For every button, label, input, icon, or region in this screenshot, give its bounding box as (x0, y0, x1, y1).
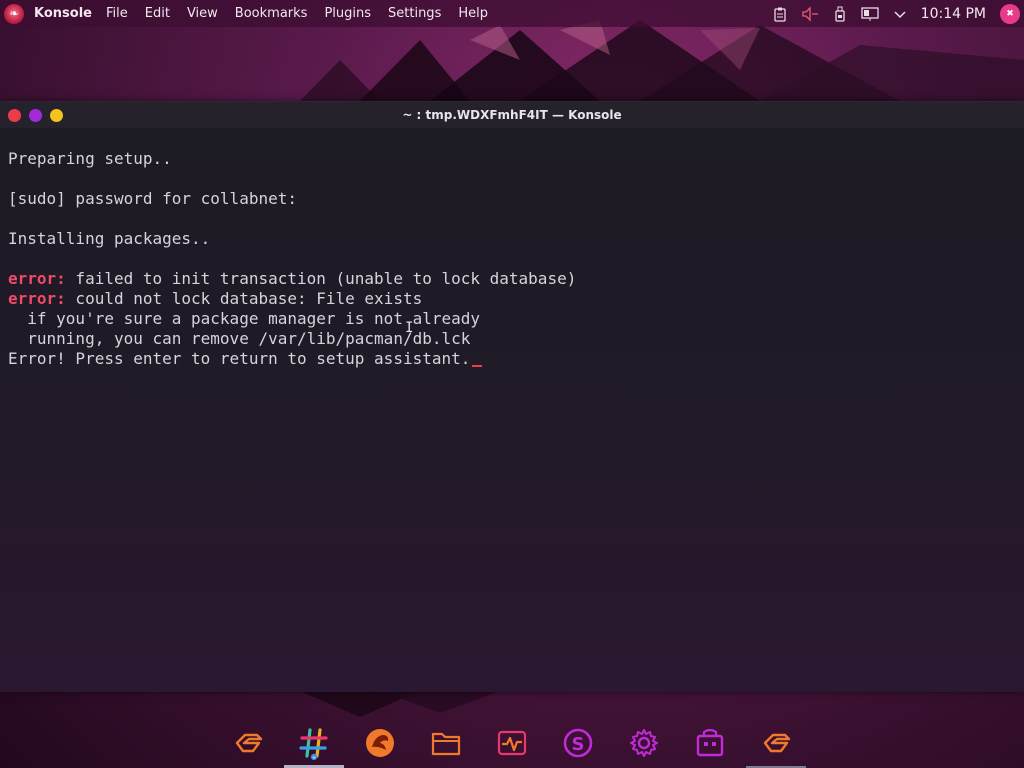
menu-plugins[interactable]: Plugins (324, 6, 371, 21)
terminal-line: error: failed to init transaction (unabl… (8, 269, 1024, 289)
software-store-icon[interactable] (677, 717, 743, 768)
svg-text:+: + (312, 755, 316, 760)
terminal-line: if you're sure a package manager is not … (8, 309, 1024, 329)
garuda-dragon-icon[interactable] (347, 717, 413, 768)
window-title: ~ : tmp.WDXFmhF4IT — Konsole (402, 108, 622, 122)
line-text: Preparing setup.. (8, 149, 172, 168)
menu-settings[interactable]: Settings (388, 6, 441, 21)
chevron-down-icon[interactable] (891, 5, 909, 23)
terminal-line: Error! Press enter to return to setup as… (8, 349, 1024, 369)
line-text: Installing packages.. (8, 229, 211, 248)
network-icon[interactable] (861, 5, 879, 23)
user-avatar-icon[interactable]: ✖ (1000, 3, 1020, 24)
window-titlebar[interactable]: ~ : tmp.WDXFmhF4IT — Konsole (0, 102, 1024, 128)
dock: + S (0, 717, 1024, 768)
konsole-app-icon[interactable]: ❧ (4, 3, 24, 24)
clock[interactable]: 10:14 PM (921, 6, 986, 22)
terminal-cursor (472, 365, 483, 367)
terminal-line: Installing packages.. (8, 229, 1024, 249)
menu-view[interactable]: View (187, 6, 218, 21)
system-tray: 10:14 PM ✖ (771, 0, 1024, 27)
snapper-tools-icon[interactable]: S (545, 717, 611, 768)
line-text: [sudo] password for collabnet: (8, 189, 297, 208)
terminal-line: error: could not lock database: File exi… (8, 289, 1024, 309)
line-text: could not lock database: File exists (65, 289, 423, 308)
system-monitor-icon[interactable] (479, 717, 545, 768)
minimize-window-button[interactable] (29, 108, 42, 122)
file-manager-icon[interactable] (413, 717, 479, 768)
error-tag: error: (8, 289, 66, 308)
terminal-line: [sudo] password for collabnet: (8, 189, 1024, 209)
garuda-assistant-icon[interactable] (743, 717, 809, 768)
close-window-button[interactable] (8, 108, 21, 122)
menu-file[interactable]: File (106, 6, 128, 21)
line-text: failed to init transaction (unable to lo… (65, 269, 577, 288)
app-name[interactable]: Konsole (34, 6, 92, 21)
line-text: Error! Press enter to return to setup as… (8, 349, 471, 368)
wallpaper-art-bottom (300, 691, 500, 717)
menu-edit[interactable]: Edit (145, 6, 170, 21)
clipboard-icon[interactable] (771, 5, 789, 23)
maximize-window-button[interactable] (50, 108, 63, 122)
terminal-line: Preparing setup.. (8, 149, 1024, 169)
top-panel: ❧ Konsole File Edit View Bookmarks Plugi… (0, 0, 1024, 27)
ibeam-cursor-icon: I (405, 320, 414, 336)
terminal-output[interactable]: Preparing setup.. [sudo] password for co… (0, 129, 1024, 692)
menu-bookmarks[interactable]: Bookmarks (235, 6, 308, 21)
usb-drive-icon[interactable] (831, 5, 849, 23)
svg-text:S: S (572, 734, 585, 755)
konsole-window: ~ : tmp.WDXFmhF4IT — Konsole Preparing s… (0, 101, 1024, 692)
terminal-line: running, you can remove /var/lib/pacman/… (8, 329, 1024, 349)
volume-muted-icon[interactable] (801, 5, 819, 23)
line-text: running, you can remove /var/lib/pacman/… (8, 329, 471, 348)
garuda-welcome-icon[interactable] (215, 717, 281, 768)
menu-help[interactable]: Help (458, 6, 488, 21)
settings-gear-icon[interactable] (611, 717, 677, 768)
hashtag-chat-icon[interactable]: + (281, 717, 347, 768)
error-tag: error: (8, 269, 66, 288)
